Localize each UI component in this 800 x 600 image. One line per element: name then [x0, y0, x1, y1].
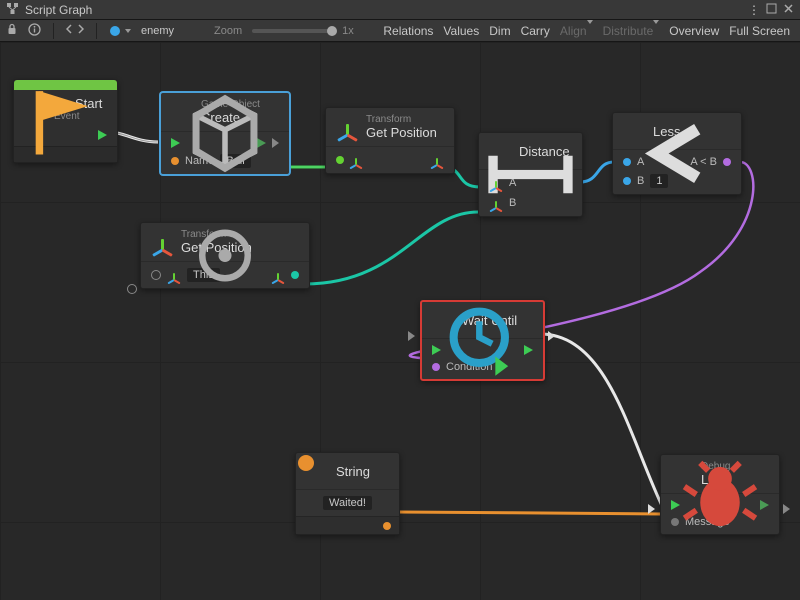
wait-icon: [432, 308, 456, 332]
overview-button[interactable]: Overview: [665, 22, 723, 40]
window-title: Script Graph: [25, 3, 92, 17]
message-port[interactable]: [671, 518, 679, 526]
node-title: On Start: [54, 96, 102, 111]
node-title: Wait Until: [462, 313, 517, 328]
zoom-value: 1x: [342, 25, 354, 37]
target-dropdown[interactable]: This: [187, 268, 220, 282]
value-out-port[interactable]: [291, 271, 299, 279]
fullscreen-button[interactable]: Full Screen: [725, 22, 794, 40]
b-port[interactable]: [489, 196, 503, 210]
menu-icon[interactable]: ⋮: [748, 3, 760, 17]
lock-icon[interactable]: [6, 23, 18, 38]
flag-icon: [24, 97, 48, 121]
maximize-icon[interactable]: [766, 3, 777, 17]
position-out-port[interactable]: [271, 268, 285, 282]
code-icon[interactable]: [66, 23, 84, 38]
b-label: B: [509, 197, 516, 209]
values-button[interactable]: Values: [439, 22, 483, 40]
name-label: Name: [185, 155, 214, 167]
breadcrumb[interactable]: enemy: [141, 25, 174, 37]
node-get-position-1[interactable]: Transform Get Position: [325, 107, 455, 174]
cube-icon: [171, 100, 195, 124]
external-port[interactable]: [127, 284, 137, 294]
node-overline: Game Object: [201, 99, 260, 110]
flow-out-port[interactable]: [98, 130, 107, 140]
node-overline: Transform: [181, 229, 252, 240]
message-label: Message: [685, 516, 730, 528]
a-label: A: [509, 177, 516, 189]
variable-icon[interactable]: [109, 25, 131, 37]
b-port[interactable]: [623, 177, 631, 185]
node-string[interactable]: String Waited!: [295, 452, 400, 535]
info-icon[interactable]: [28, 23, 41, 39]
node-less[interactable]: Less A A < B B 1: [612, 112, 742, 195]
node-on-start[interactable]: On Start Event: [13, 79, 118, 163]
position-out-port[interactable]: [430, 153, 444, 167]
node-title: Get Position: [366, 125, 437, 140]
flow-in-port[interactable]: [671, 500, 680, 510]
node-title: Less: [653, 124, 680, 139]
name-field[interactable]: Ball: [220, 154, 250, 168]
node-title: Log: [701, 472, 730, 487]
distance-out-port[interactable]: [564, 179, 572, 187]
flow-out-port[interactable]: [760, 500, 769, 510]
close-icon[interactable]: [783, 3, 794, 17]
zoom-slider[interactable]: [252, 29, 332, 33]
node-get-position-2[interactable]: Transform Get Position This: [140, 222, 310, 289]
node-title: Get Position: [181, 240, 252, 255]
flow-out-port[interactable]: [524, 345, 533, 355]
node-subtitle: Event: [54, 111, 102, 122]
transform-icon: [349, 153, 363, 167]
node-debug-log[interactable]: Debug Log Message: [660, 454, 780, 535]
a-port[interactable]: [623, 158, 631, 166]
string-out-port[interactable]: [383, 522, 391, 530]
condition-port[interactable]: [432, 363, 440, 371]
less-than-icon: [623, 119, 647, 143]
node-distance[interactable]: Distance A B: [478, 132, 583, 217]
flow-in-tri[interactable]: [408, 331, 415, 341]
node-overline: Debug: [701, 461, 730, 472]
graph-icon: [6, 2, 19, 18]
condition-label: Condition: [446, 361, 492, 373]
distribute-button[interactable]: Distribute: [599, 22, 664, 40]
target-port[interactable]: [151, 270, 161, 280]
transform-icon: [336, 115, 360, 139]
align-button[interactable]: Align: [556, 22, 597, 40]
ruler-icon: [489, 139, 513, 163]
a-label: A: [637, 156, 644, 168]
exec-out-port[interactable]: [272, 138, 279, 148]
string-icon: [306, 459, 330, 483]
carry-button[interactable]: Carry: [517, 22, 554, 40]
a-port[interactable]: [489, 176, 503, 190]
zoom-label: Zoom: [214, 25, 242, 37]
flow-in-port[interactable]: [432, 345, 441, 355]
node-wait-until[interactable]: Wait Until Condition: [420, 300, 545, 381]
transform-icon: [151, 230, 175, 254]
relations-button[interactable]: Relations: [379, 22, 437, 40]
node-create[interactable]: Game Object Create Name Ball: [160, 92, 290, 175]
flow-out-tri[interactable]: [548, 331, 555, 341]
flow-out-port[interactable]: [257, 138, 266, 148]
node-overline: Transform: [366, 114, 437, 125]
node-title: Create: [201, 110, 260, 125]
node-title: Distance: [519, 144, 570, 159]
dim-button[interactable]: Dim: [485, 22, 514, 40]
b-field[interactable]: 1: [650, 174, 668, 188]
name-port[interactable]: [171, 157, 179, 165]
bug-icon: [671, 462, 695, 486]
graph-canvas[interactable]: On Start Event Game Object Create: [0, 42, 800, 600]
b-label: B: [637, 175, 644, 187]
ab-label: A < B: [690, 156, 717, 168]
target-port[interactable]: [336, 156, 344, 164]
string-value[interactable]: Waited!: [323, 496, 372, 510]
flow-in-port[interactable]: [171, 138, 180, 148]
result-port[interactable]: [723, 158, 731, 166]
flow-out-tri[interactable]: [783, 504, 790, 514]
node-title: String: [336, 464, 370, 479]
flow-in-tri[interactable]: [648, 504, 655, 514]
transform-icon: [167, 268, 181, 282]
